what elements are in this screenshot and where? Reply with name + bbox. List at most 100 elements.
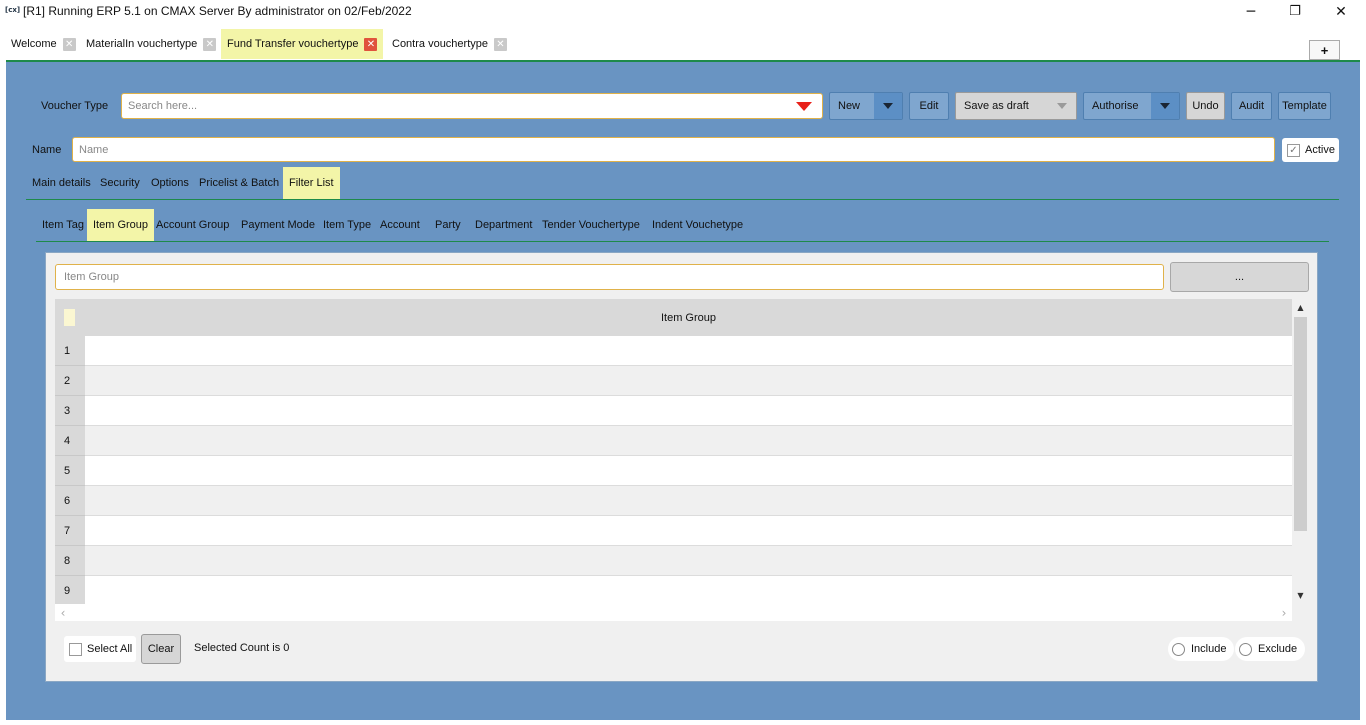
scroll-thumb[interactable] — [1294, 317, 1307, 531]
filter-divider — [36, 241, 1329, 242]
select-all-checkbox[interactable]: Select All — [64, 636, 136, 662]
doc-tab-welcome[interactable]: Welcome ✕ — [5, 29, 82, 59]
tab-main-details[interactable]: Main details — [26, 167, 97, 199]
new-button[interactable]: New — [829, 92, 903, 120]
table-row[interactable]: 9 — [55, 576, 1292, 604]
row-number: 5 — [55, 456, 85, 486]
exclude-radio[interactable]: Exclude — [1235, 637, 1306, 661]
item-group-field[interactable] — [55, 264, 1164, 290]
authorise-button[interactable]: Authorise — [1083, 92, 1180, 120]
scroll-left-icon[interactable]: ‹ — [55, 604, 71, 621]
window-title: [R1] Running ERP 5.1 on CMAX Server By a… — [23, 4, 412, 18]
radio-icon[interactable] — [1172, 642, 1185, 656]
tab-security[interactable]: Security — [94, 167, 146, 199]
close-tab-icon[interactable]: ✕ — [364, 37, 378, 51]
tab-tender-vouchertype[interactable]: Tender Vouchertype — [536, 209, 646, 241]
doc-tab-contra[interactable]: Contra vouchertype ✕ — [386, 29, 513, 59]
save-as-draft-button[interactable]: Save as draft — [955, 92, 1077, 120]
vertical-scrollbar[interactable]: ▲ ▼ — [1292, 299, 1309, 604]
active-checkbox[interactable]: ✓ Active — [1282, 138, 1339, 162]
tab-party[interactable]: Party — [429, 209, 467, 241]
tab-item-group[interactable]: Item Group — [87, 209, 155, 241]
table-row[interactable]: 2 — [55, 366, 1292, 396]
add-tab-button[interactable]: + — [1309, 40, 1340, 60]
table-row[interactable]: 6 — [55, 486, 1292, 516]
row-number: 4 — [55, 426, 85, 456]
table-cell[interactable] — [85, 366, 1292, 396]
table-cell[interactable] — [85, 426, 1292, 456]
audit-button[interactable]: Audit — [1231, 92, 1272, 120]
clear-button[interactable]: Clear — [141, 634, 181, 664]
edit-button[interactable]: Edit — [909, 92, 949, 120]
scroll-up-icon[interactable]: ▲ — [1292, 299, 1309, 315]
table-cell[interactable] — [85, 576, 1292, 604]
minimize-button[interactable]: ─ — [1228, 0, 1274, 23]
voucher-type-search[interactable] — [121, 93, 823, 119]
row-number: 6 — [55, 486, 85, 516]
template-button[interactable]: Template — [1278, 92, 1331, 120]
table-cell[interactable] — [85, 396, 1292, 426]
restore-button[interactable]: ❐ — [1272, 0, 1318, 23]
table-row[interactable]: 4 — [55, 426, 1292, 456]
close-window-button[interactable]: ✕ — [1318, 0, 1364, 23]
item-group-input[interactable] — [64, 266, 1154, 288]
active-label: Active — [1305, 144, 1335, 156]
scroll-right-icon[interactable]: › — [1276, 604, 1292, 621]
close-tab-icon[interactable]: ✕ — [62, 37, 76, 51]
section-divider — [26, 199, 1339, 200]
filter-panel: ... Item Group 1 2 3 4 5 6 7 8 9 ▲ ▼ ‹ › — [45, 252, 1318, 682]
name-label: Name — [32, 144, 62, 156]
chevron-down-icon[interactable] — [1151, 93, 1179, 119]
name-field[interactable] — [72, 137, 1275, 162]
tab-item-tag[interactable]: Item Tag — [36, 209, 90, 241]
tab-account-group[interactable]: Account Group — [150, 209, 235, 241]
table-row[interactable]: 8 — [55, 546, 1292, 576]
tab-options[interactable]: Options — [145, 167, 195, 199]
chevron-down-icon[interactable] — [874, 93, 902, 119]
grid-corner[interactable] — [64, 309, 75, 326]
checkbox-icon[interactable]: ✓ — [1287, 143, 1300, 157]
table-row[interactable]: 1 — [55, 336, 1292, 366]
table-cell[interactable] — [85, 486, 1292, 516]
chevron-down-icon[interactable] — [1048, 93, 1076, 119]
table-row[interactable]: 3 — [55, 396, 1292, 426]
checkbox-icon[interactable] — [69, 642, 82, 656]
include-radio[interactable]: Include — [1168, 637, 1235, 661]
browse-button[interactable]: ... — [1170, 262, 1309, 292]
doc-tab-materialin[interactable]: MaterialIn vouchertype ✕ — [80, 29, 222, 59]
row-number: 9 — [55, 576, 85, 604]
tab-indent-vouchetype[interactable]: Indent Vouchetype — [646, 209, 749, 241]
tab-account[interactable]: Account — [374, 209, 426, 241]
table-cell[interactable] — [85, 516, 1292, 546]
close-tab-icon[interactable]: ✕ — [494, 37, 507, 51]
tab-pricelist-batch[interactable]: Pricelist & Batch — [193, 167, 285, 199]
tab-item-type[interactable]: Item Type — [317, 209, 377, 241]
undo-button[interactable]: Undo — [1186, 92, 1225, 120]
table-row[interactable]: 7 — [55, 516, 1292, 546]
tab-payment-mode[interactable]: Payment Mode — [235, 209, 321, 241]
selected-count-text: Selected Count is 0 — [194, 642, 290, 654]
tab-filter-list[interactable]: Filter List — [283, 167, 340, 199]
table-row[interactable]: 5 — [55, 456, 1292, 486]
radio-icon[interactable] — [1239, 642, 1252, 656]
voucher-type-search-input[interactable] — [128, 95, 778, 117]
include-label: Include — [1191, 643, 1227, 655]
column-header-item-group[interactable]: Item Group — [85, 299, 1292, 336]
doc-tab-fund-transfer[interactable]: Fund Transfer vouchertype ✕ — [221, 29, 384, 59]
title-bar: [cx] [R1] Running ERP 5.1 on CMAX Server… — [0, 0, 1366, 23]
select-all-label: Select All — [87, 643, 133, 655]
table-cell[interactable] — [85, 546, 1292, 576]
horizontal-scrollbar[interactable]: ‹ › — [55, 604, 1292, 621]
scroll-down-icon[interactable]: ▼ — [1292, 587, 1309, 603]
row-number: 8 — [55, 546, 85, 576]
table-cell[interactable] — [85, 336, 1292, 366]
tab-department[interactable]: Department — [469, 209, 538, 241]
row-number: 2 — [55, 366, 85, 396]
row-number: 3 — [55, 396, 85, 426]
close-tab-icon[interactable]: ✕ — [203, 37, 217, 51]
dropdown-arrow-icon[interactable] — [796, 102, 812, 111]
name-input[interactable] — [79, 139, 1259, 160]
table-cell[interactable] — [85, 456, 1292, 486]
doc-tab-label: Fund Transfer vouchertype — [227, 38, 359, 50]
new-button-label: New — [838, 100, 861, 112]
